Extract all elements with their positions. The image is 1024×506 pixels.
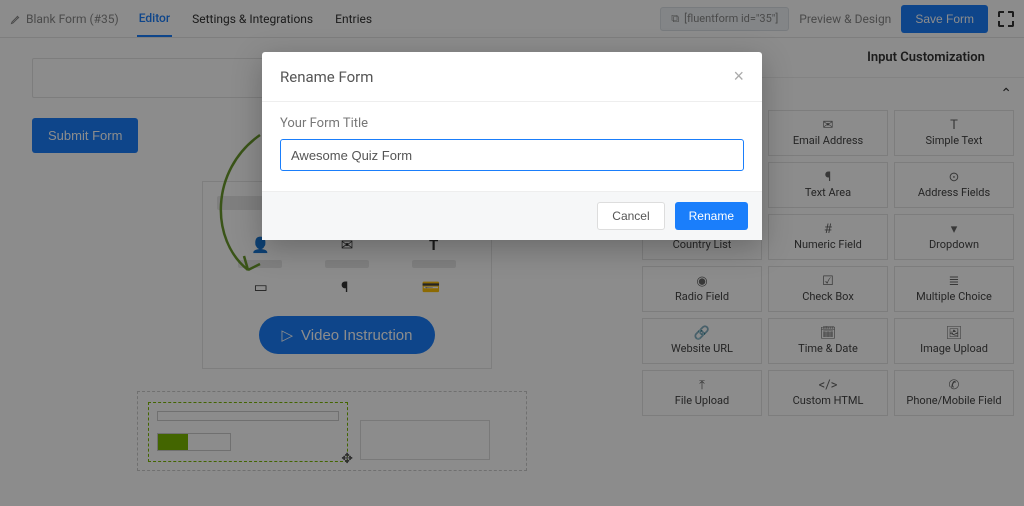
rename-form-modal: Rename Form × Your Form Title Cancel Ren… bbox=[262, 52, 762, 240]
cancel-button[interactable]: Cancel bbox=[597, 202, 664, 230]
modal-input-label: Your Form Title bbox=[280, 116, 744, 131]
modal-close-button[interactable]: × bbox=[733, 66, 744, 87]
modal-title: Rename Form bbox=[280, 68, 373, 86]
modal-overlay[interactable]: Rename Form × Your Form Title Cancel Ren… bbox=[0, 0, 1024, 506]
form-title-input[interactable] bbox=[280, 139, 744, 171]
rename-button[interactable]: Rename bbox=[675, 202, 748, 230]
